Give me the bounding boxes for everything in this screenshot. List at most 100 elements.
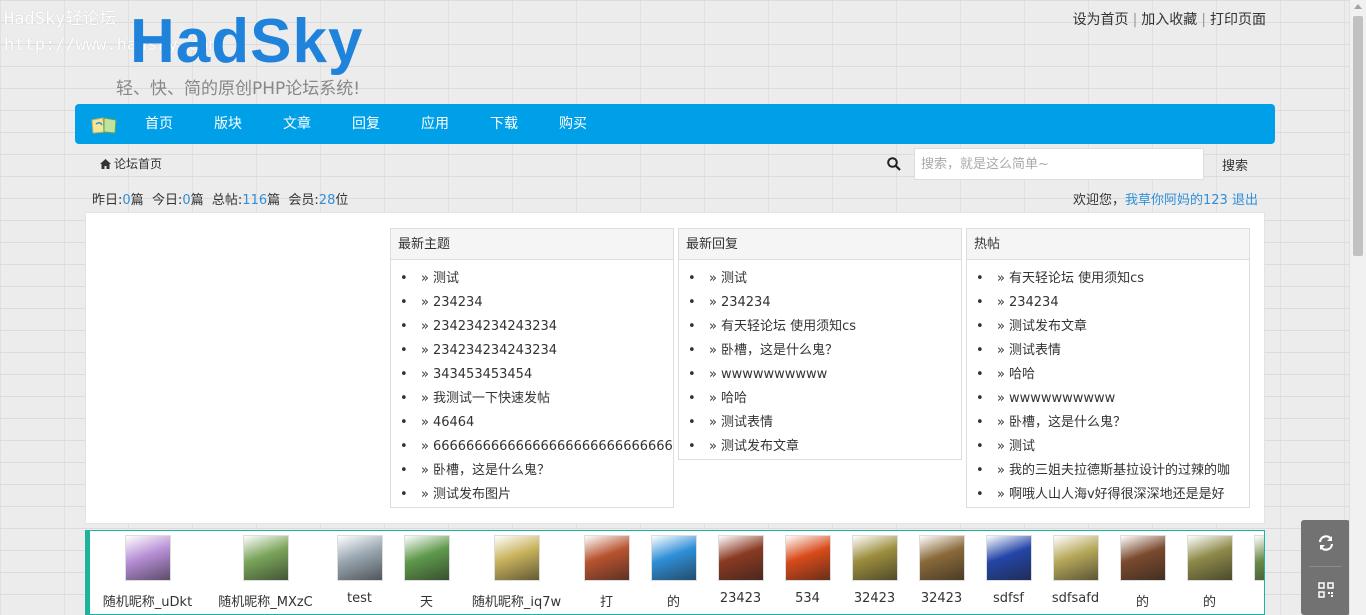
avatar[interactable]: [1253, 535, 1264, 581]
avatar[interactable]: [583, 535, 630, 581]
post-item[interactable]: » 测试: [967, 435, 1249, 459]
post-item[interactable]: » 测试: [679, 267, 961, 291]
scroll-thumb[interactable]: [1353, 16, 1363, 256]
member-name[interactable]: 534: [795, 591, 820, 606]
post-item[interactable]: » 343453453454: [391, 363, 673, 387]
avatar[interactable]: [1119, 535, 1166, 581]
user-link[interactable]: 我草你阿妈的123: [1125, 193, 1228, 208]
post-link[interactable]: 哈哈: [721, 391, 747, 406]
post-item[interactable]: » 哈哈: [679, 387, 961, 411]
post-item[interactable]: » 234234: [391, 291, 673, 315]
post-item[interactable]: » 测试表情: [679, 411, 961, 435]
post-link[interactable]: 有天轻论坛 使用须知cs: [721, 319, 856, 334]
post-item[interactable]: » 有天轻论坛 使用须知cs: [967, 267, 1249, 291]
member-name[interactable]: 的: [1136, 591, 1149, 610]
post-link[interactable]: 卧槽，这是什么鬼？: [433, 463, 550, 478]
nav-home[interactable]: 首页: [145, 104, 214, 144]
nav-buy[interactable]: 购买: [559, 104, 628, 144]
member-name[interactable]: 32423: [921, 591, 962, 606]
avatar[interactable]: [124, 535, 171, 581]
member-name[interactable]: 的: [667, 591, 680, 610]
nav-forums[interactable]: 版块: [214, 104, 283, 144]
post-link[interactable]: 我测试一下快速发帖: [433, 391, 550, 406]
post-item[interactable]: » 我的三姐夫拉德斯基拉设计的过辣的咖: [967, 459, 1249, 483]
member-card[interactable]: sdfsafd: [1042, 535, 1109, 610]
member-card[interactable]: 随机昵称_iq7w: [460, 535, 573, 610]
post-item[interactable]: » wwwwwwwwww: [967, 387, 1249, 411]
avatar[interactable]: [985, 535, 1032, 581]
search-icon-button[interactable]: [874, 148, 914, 180]
member-card[interactable]: 23423: [707, 535, 774, 610]
member-card[interactable]: 打: [573, 535, 640, 610]
post-item[interactable]: » 啊哦人山人海v好得很深深地还是是好: [967, 483, 1249, 507]
post-link[interactable]: 666666666666666666666666666666: [433, 439, 673, 454]
post-link[interactable]: 234234234243234: [433, 319, 557, 334]
post-item[interactable]: » 测试发布图片: [391, 483, 673, 507]
qrcode-button[interactable]: [1301, 567, 1350, 612]
member-name[interactable]: 随机昵称_iq7w: [472, 591, 561, 610]
post-item[interactable]: » 234234234243234: [391, 339, 673, 363]
post-item[interactable]: » 测试表情: [967, 339, 1249, 363]
post-link[interactable]: 234234: [1009, 295, 1059, 310]
member-card[interactable]: 小: [1243, 535, 1264, 610]
post-item[interactable]: » 有天轻论坛 使用须知cs: [679, 315, 961, 339]
member-name[interactable]: 打: [600, 591, 613, 610]
post-item[interactable]: » 234234234243234: [391, 315, 673, 339]
book-icon[interactable]: [91, 116, 117, 134]
member-name[interactable]: sdfsafd: [1052, 591, 1099, 606]
post-item[interactable]: » 哈哈: [967, 363, 1249, 387]
post-item[interactable]: » 我测试一下快速发帖: [391, 387, 673, 411]
avatar[interactable]: [336, 535, 383, 581]
logout-link[interactable]: 退出: [1232, 193, 1258, 208]
member-card[interactable]: 的: [1109, 535, 1176, 610]
member-name[interactable]: sdfsf: [993, 591, 1024, 606]
post-item[interactable]: » 卧槽，这是什么鬼？: [679, 339, 961, 363]
avatar[interactable]: [242, 535, 289, 581]
member-card[interactable]: sdfsf: [975, 535, 1042, 610]
breadcrumb-home[interactable]: 论坛首页: [114, 157, 162, 171]
member-card[interactable]: 534: [774, 535, 841, 610]
post-item[interactable]: » 卧槽，这是什么鬼？: [391, 459, 673, 483]
scroll-up-arrow-icon[interactable]: [1354, 4, 1362, 9]
post-item[interactable]: » wwwwwwwwww: [679, 363, 961, 387]
member-card[interactable]: 随机昵称_uDkt: [90, 535, 205, 610]
member-card[interactable]: 32423: [908, 535, 975, 610]
post-link[interactable]: 234234: [721, 295, 771, 310]
post-link[interactable]: 测试表情: [1009, 343, 1061, 358]
add-favorite-link[interactable]: 加入收藏: [1141, 12, 1197, 28]
member-card[interactable]: 32423: [841, 535, 908, 610]
nav-articles[interactable]: 文章: [283, 104, 352, 144]
member-name[interactable]: 随机昵称_MXzC: [218, 591, 313, 610]
nav-replies[interactable]: 回复: [352, 104, 421, 144]
member-name[interactable]: 天: [420, 591, 433, 610]
site-logo[interactable]: HadSky: [130, 6, 363, 78]
post-item[interactable]: » 234234: [679, 291, 961, 315]
avatar[interactable]: [493, 535, 540, 581]
avatar[interactable]: [717, 535, 764, 581]
post-item[interactable]: » 卧槽，这是什么鬼？: [967, 411, 1249, 435]
avatar[interactable]: [1186, 535, 1233, 581]
avatar[interactable]: [403, 535, 450, 581]
post-link[interactable]: 卧槽，这是什么鬼？: [721, 343, 838, 358]
post-link[interactable]: 测试发布图片: [433, 487, 511, 502]
member-card[interactable]: 的: [640, 535, 707, 610]
post-link[interactable]: wwwwwwwwww: [721, 367, 827, 382]
print-page-link[interactable]: 打印页面: [1210, 12, 1266, 28]
post-link[interactable]: 啊哦人山人海v好得很深深地还是是好: [1009, 487, 1225, 502]
post-link[interactable]: 测试: [1009, 439, 1035, 454]
member-card[interactable]: 的: [1176, 535, 1243, 610]
post-link[interactable]: 我的三姐夫拉德斯基拉设计的过辣的咖: [1009, 463, 1230, 478]
post-link[interactable]: wwwwwwwwww: [1009, 391, 1115, 406]
post-link[interactable]: 测试发布文章: [1009, 319, 1087, 334]
post-item[interactable]: » 测试: [391, 267, 673, 291]
post-link[interactable]: 测试: [433, 271, 459, 286]
post-link[interactable]: 卧槽，这是什么鬼？: [1009, 415, 1126, 430]
avatar[interactable]: [851, 535, 898, 581]
post-item[interactable]: » 测试发布文章: [679, 435, 961, 459]
post-link[interactable]: 哈哈: [1009, 367, 1035, 382]
search-input[interactable]: [914, 148, 1204, 180]
post-item[interactable]: » 46464: [391, 411, 673, 435]
post-link[interactable]: 测试: [721, 271, 747, 286]
nav-apps[interactable]: 应用: [421, 104, 490, 144]
post-item[interactable]: » 666666666666666666666666666666: [391, 435, 673, 459]
